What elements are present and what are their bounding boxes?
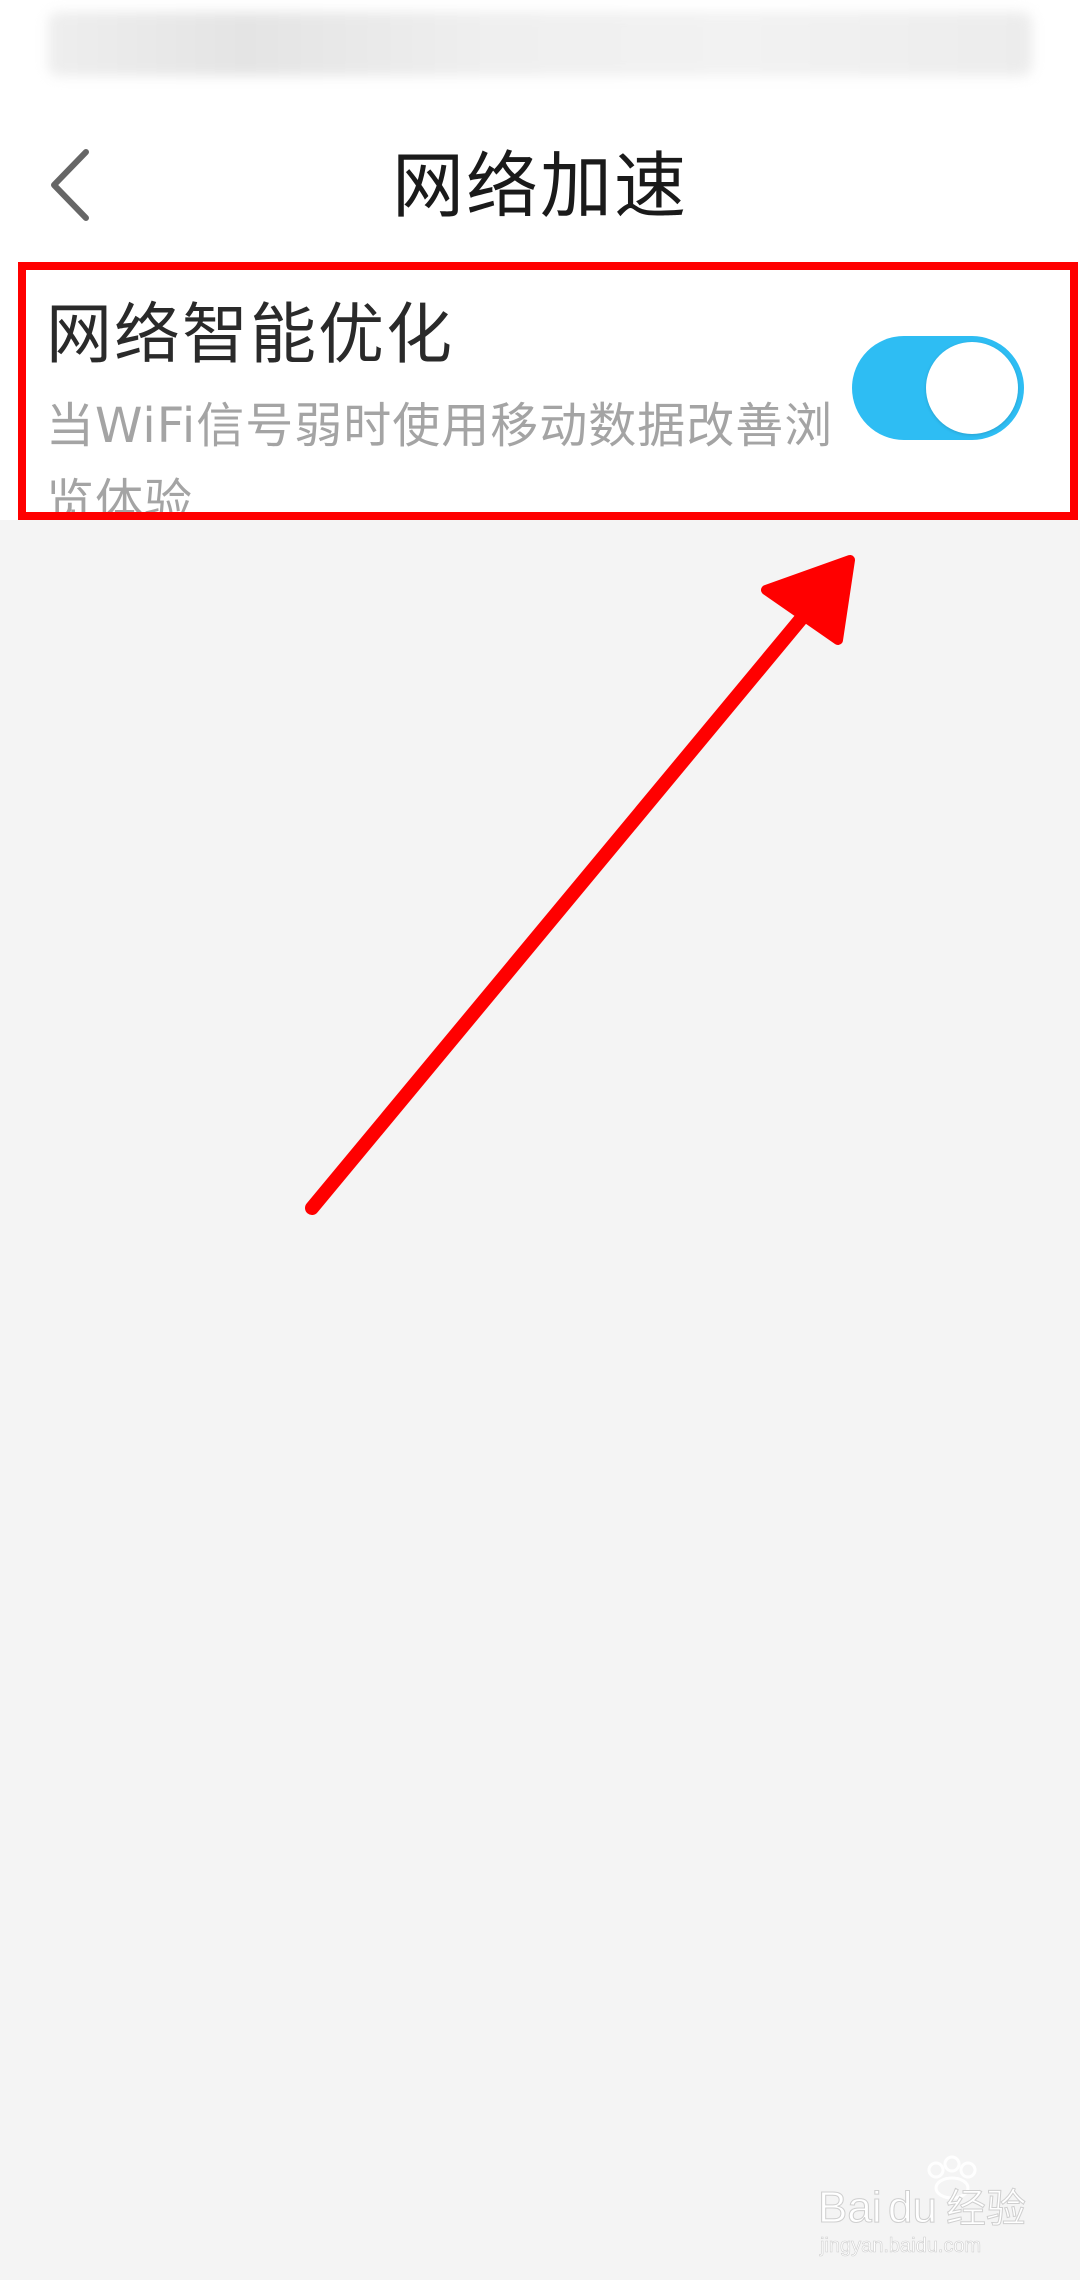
toggle-knob xyxy=(926,342,1018,434)
svg-text:Bai: Bai xyxy=(818,2183,882,2232)
status-bar-blurred xyxy=(48,12,1032,76)
setting-description: 当WiFi信号弱时使用移动数据改善浏览体验 xyxy=(46,398,834,520)
network-optimization-toggle[interactable] xyxy=(852,336,1024,440)
setting-row-network-optimization[interactable]: 网络智能优化 当WiFi信号弱时使用移动数据改善浏览体验 xyxy=(0,270,1080,520)
setting-title: 网络智能优化 xyxy=(46,296,454,373)
svg-text:jingyan.baidu.com: jingyan.baidu.com xyxy=(819,2235,981,2257)
svg-text:du: du xyxy=(888,2183,937,2232)
svg-text:经验: 经验 xyxy=(946,2186,1026,2232)
baidu-jingyan-watermark: Bai du 经验 jingyan.baidu.com xyxy=(818,2150,1058,2260)
page-title: 网络加速 xyxy=(391,144,688,228)
